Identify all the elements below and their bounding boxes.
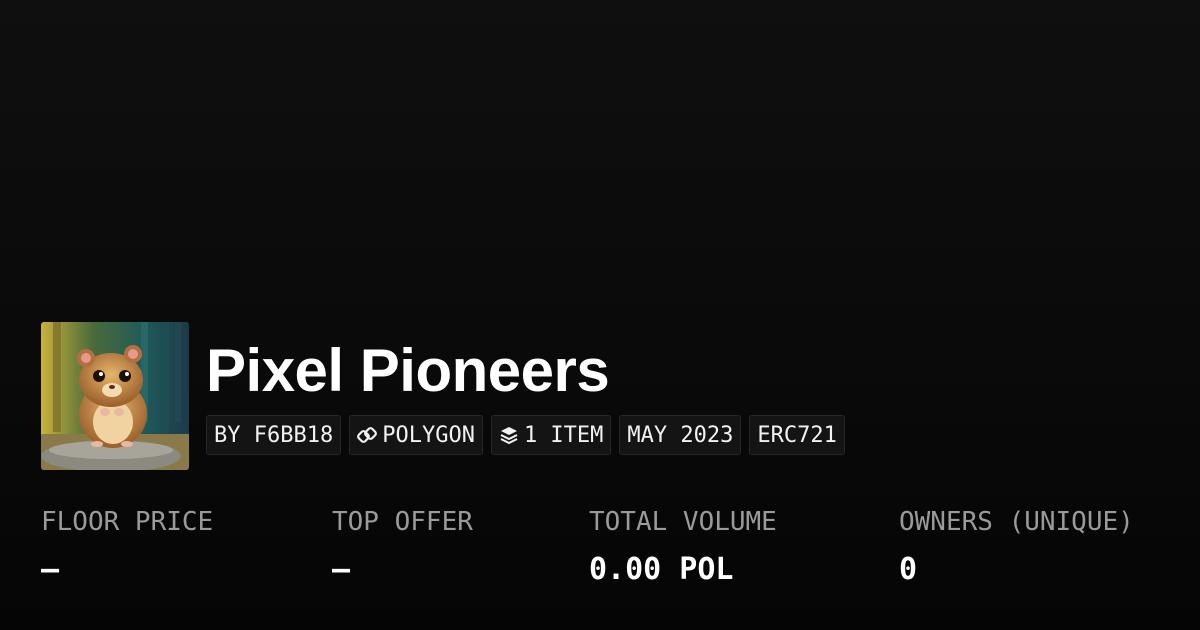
collection-avatar[interactable] — [41, 322, 189, 470]
layers-icon — [499, 425, 519, 445]
floor-price-stat: FLOOR PRICE – — [41, 500, 213, 596]
polygon-link-icon — [357, 425, 378, 445]
total-volume-stat: TOTAL VOLUME 0.00 POL — [589, 500, 777, 596]
floor-price-value: – — [41, 552, 60, 587]
collection-card: Pixel Pioneers BY F6BB18 POLYGON 1 ITEM … — [0, 0, 1200, 630]
items-label: 1 ITEM — [523, 422, 604, 448]
creator-label: BY F6BB18 — [214, 422, 334, 448]
top-offer-value: – — [332, 552, 351, 587]
items-chip[interactable]: 1 ITEM — [490, 415, 612, 455]
hamster-image — [41, 322, 189, 470]
collection-title: Pixel Pioneers — [206, 337, 610, 404]
total-volume-label: TOTAL VOLUME — [589, 507, 777, 537]
date-chip: MAY 2023 — [619, 415, 742, 455]
chain-chip[interactable]: POLYGON — [349, 415, 483, 455]
standard-label: ERC721 — [757, 422, 837, 448]
owners-label: OWNERS (UNIQUE) — [899, 507, 1134, 537]
collection-meta-chips: BY F6BB18 POLYGON 1 ITEM MAY 2023 ERC721 — [206, 415, 845, 455]
top-offer-stat: TOP OFFER – — [332, 500, 473, 596]
owners-stat: OWNERS (UNIQUE) 0 — [899, 500, 1134, 596]
chain-label: POLYGON — [382, 422, 475, 448]
creator-chip[interactable]: BY F6BB18 — [206, 415, 342, 455]
collection-stats: FLOOR PRICE – TOP OFFER – TOTAL VOLUME 0… — [0, 500, 1200, 600]
owners-value: 0 — [899, 552, 918, 587]
top-offer-label: TOP OFFER — [332, 507, 473, 537]
total-volume-value: 0.00 POL — [589, 552, 734, 587]
date-label: MAY 2023 — [627, 422, 734, 448]
floor-price-label: FLOOR PRICE — [41, 507, 214, 537]
standard-chip: ERC721 — [749, 415, 845, 455]
